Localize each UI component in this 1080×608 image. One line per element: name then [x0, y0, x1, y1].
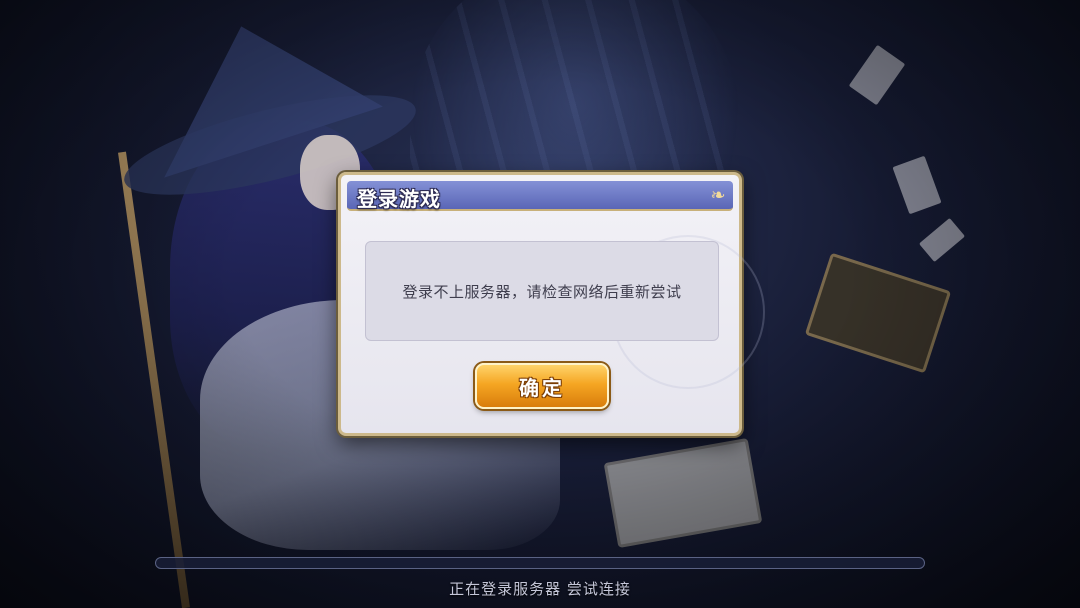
error-message: 登录不上服务器，请检查网络后重新尝试	[402, 282, 682, 301]
dialog-title: 登录游戏	[357, 187, 441, 211]
confirm-button-label: 确定	[519, 375, 565, 400]
dialog-header: 登录游戏 ❧	[347, 181, 733, 211]
flourish-icon: ❧	[710, 185, 726, 206]
message-box: 登录不上服务器，请检查网络后重新尝试	[365, 241, 719, 341]
loading-progress-bar	[155, 557, 925, 569]
loading-status-text: 正在登录服务器 尝试连接	[449, 580, 631, 598]
confirm-button[interactable]: 确定	[475, 363, 609, 409]
login-error-dialog: 登录游戏 ❧ 登录不上服务器，请检查网络后重新尝试 确定	[338, 172, 765, 436]
